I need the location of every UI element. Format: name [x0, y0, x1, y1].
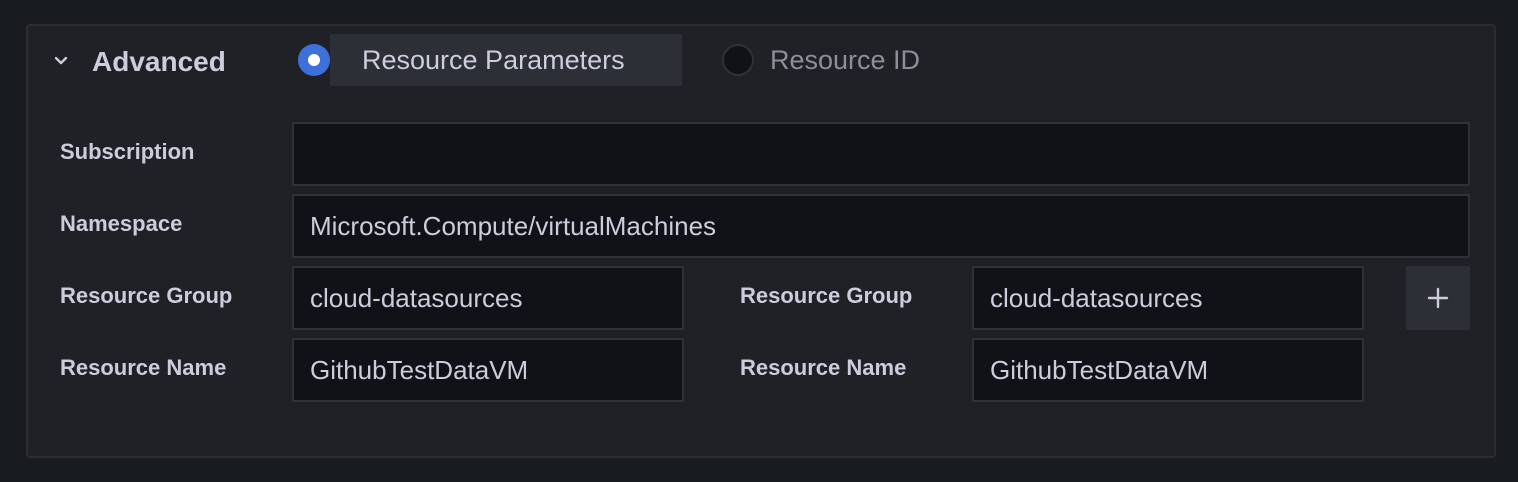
resource-group-input[interactable] [292, 266, 684, 330]
resource-group-label: Resource Group [740, 283, 913, 308]
resource-name-label: Resource Name [60, 355, 227, 380]
resource-name-label: Resource Name [740, 355, 907, 380]
radio-dot [308, 54, 320, 66]
resource-group-input[interactable] [972, 266, 1364, 330]
subscription-input[interactable] [292, 122, 1470, 186]
namespace-input[interactable] [292, 194, 1470, 258]
namespace-label: Namespace [60, 211, 183, 236]
subscription-label: Subscription [60, 139, 195, 164]
add-resource-button[interactable] [1406, 266, 1470, 330]
resource-name-input[interactable] [972, 338, 1364, 402]
radio-resource-id[interactable] [722, 44, 754, 76]
radio-resource-parameters[interactable] [298, 44, 330, 76]
resource-group-label: Resource Group [60, 283, 233, 308]
radio-label-resource-parameters[interactable]: Resource Parameters [330, 34, 682, 86]
advanced-section: Advanced Resource Parameters Resource ID… [26, 24, 1496, 458]
resource-name-input[interactable] [292, 338, 684, 402]
section-title[interactable]: Advanced [92, 44, 226, 80]
chevron-down-icon[interactable] [52, 52, 70, 70]
plus-icon [1427, 287, 1449, 309]
radio-label-resource-id[interactable]: Resource ID [770, 34, 920, 86]
